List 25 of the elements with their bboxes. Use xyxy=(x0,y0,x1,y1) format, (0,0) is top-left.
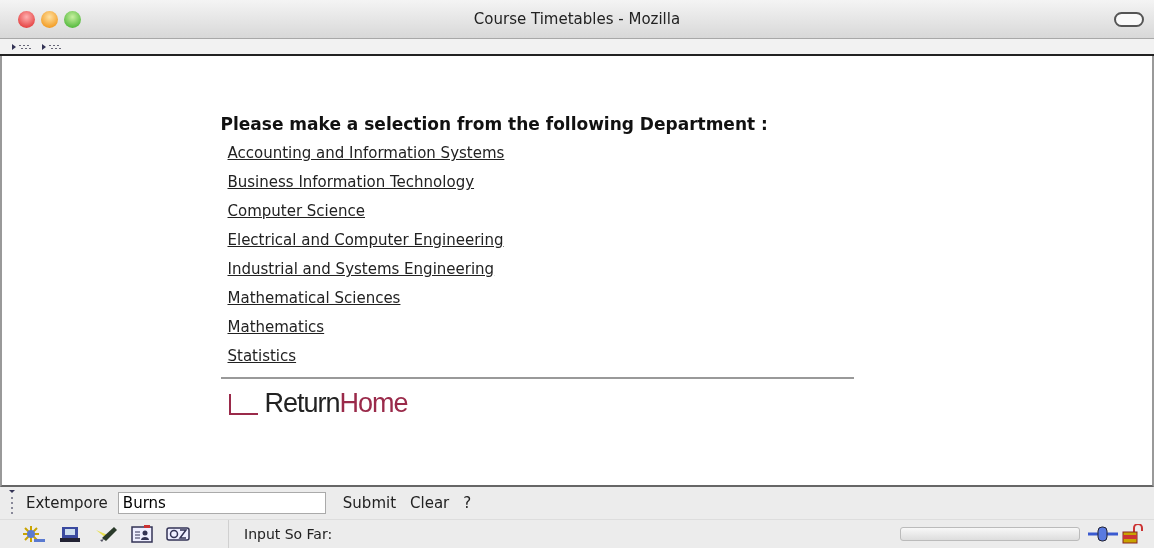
connection-plug-icon[interactable] xyxy=(1088,525,1118,543)
department-link[interactable]: Industrial and Systems Engineering xyxy=(227,259,495,279)
input-field[interactable]: Burns xyxy=(117,492,326,514)
toolbar-button[interactable]: ? xyxy=(458,494,477,512)
address-card-icon[interactable] xyxy=(130,524,154,544)
department-link[interactable]: Statistics xyxy=(227,346,297,366)
status-text: Input So Far: xyxy=(244,526,333,542)
department-link[interactable]: Computer Science xyxy=(227,201,365,221)
page-heading: Please make a selection from the following Department : xyxy=(220,114,769,134)
extempore-label: Extempore xyxy=(26,494,108,512)
navigator-icon[interactable] xyxy=(20,524,46,544)
department-link[interactable]: Mathematics xyxy=(227,317,325,337)
close-button[interactable] xyxy=(18,10,35,28)
department-link[interactable]: Electrical and Computer Engineering xyxy=(227,230,504,250)
window-title: Course Timetables - Mozilla xyxy=(473,10,681,28)
unlocked-padlock-icon[interactable] xyxy=(1122,524,1144,544)
toolbar-button[interactable]: Clear xyxy=(405,494,455,512)
grip-icon[interactable] xyxy=(8,489,16,517)
return-home-link[interactable]: ReturnHome xyxy=(220,390,408,416)
corner-line-icon xyxy=(228,394,259,416)
department-link[interactable]: Accounting and Information Systems xyxy=(227,143,505,163)
department-link[interactable]: Business Information Technology xyxy=(227,172,475,192)
department-link[interactable]: Mathematical Sciences xyxy=(227,288,401,308)
toolbar-toggle-button[interactable] xyxy=(1114,11,1144,27)
toolbar-button[interactable]: Submit xyxy=(337,494,402,512)
